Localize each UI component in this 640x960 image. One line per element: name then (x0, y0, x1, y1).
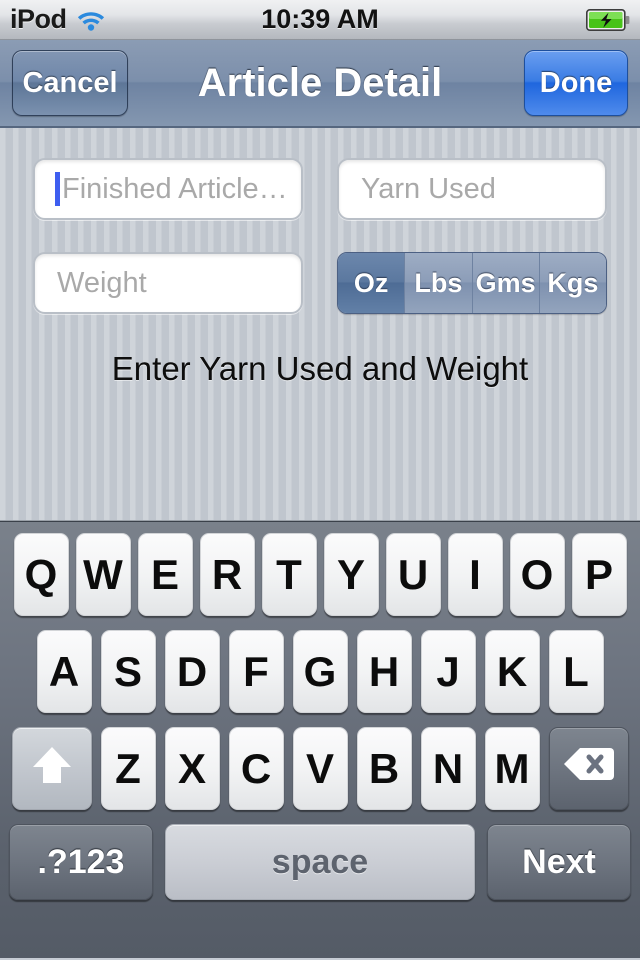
key-c[interactable]: C (228, 727, 284, 810)
key-j[interactable]: J (420, 630, 476, 713)
key-w[interactable]: W (75, 533, 131, 616)
status-bar-left: iPod (10, 6, 106, 33)
backspace-icon (563, 745, 615, 793)
weight-input[interactable]: Weight (33, 252, 303, 314)
segment-lbs[interactable]: Lbs (404, 253, 472, 313)
key-i[interactable]: I (447, 533, 503, 616)
key-r[interactable]: R (199, 533, 255, 616)
keyboard-row-3: Z X C V B N M (0, 727, 640, 810)
key-g[interactable]: G (292, 630, 348, 713)
keyboard-row-1: Q W E R T Y U I O P (0, 533, 640, 616)
key-v[interactable]: V (292, 727, 348, 810)
form-content-area: Finished Article… Yarn Used Weight Oz Lb… (0, 128, 640, 521)
key-f[interactable]: F (228, 630, 284, 713)
yarn-used-input[interactable]: Yarn Used (337, 158, 607, 220)
instruction-text: Enter Yarn Used and Weight (111, 350, 529, 387)
key-h[interactable]: H (356, 630, 412, 713)
key-e[interactable]: E (137, 533, 193, 616)
segment-gms[interactable]: Gms (471, 253, 539, 313)
app-screen: iPod 10:39 AM Cancel Article Detail Done… (0, 0, 640, 960)
cancel-button[interactable]: Cancel (12, 50, 128, 116)
shift-arrow-icon (30, 743, 74, 794)
key-o[interactable]: O (509, 533, 565, 616)
battery-charging-icon (586, 8, 630, 31)
segment-kgs[interactable]: Kgs (538, 253, 606, 313)
key-q[interactable]: Q (13, 533, 69, 616)
status-bar: iPod 10:39 AM (0, 0, 640, 40)
key-a[interactable]: A (36, 630, 92, 713)
shift-key[interactable] (11, 727, 92, 810)
numbers-key[interactable]: .?123 (9, 824, 153, 900)
key-u[interactable]: U (385, 533, 441, 616)
cancel-button-label: Cancel (22, 66, 118, 99)
key-d[interactable]: D (164, 630, 220, 713)
keyboard-row-4: .?123 space Next (0, 824, 640, 900)
backspace-key[interactable] (548, 727, 629, 810)
yarn-used-placeholder: Yarn Used (361, 172, 496, 205)
weight-placeholder: Weight (57, 266, 147, 299)
text-caret (55, 172, 60, 206)
clock-label: 10:39 AM (261, 4, 379, 34)
done-button[interactable]: Done (524, 50, 628, 116)
finished-article-input[interactable]: Finished Article… (33, 158, 303, 220)
key-l[interactable]: L (548, 630, 604, 713)
key-n[interactable]: N (420, 727, 476, 810)
key-t[interactable]: T (261, 533, 317, 616)
key-b[interactable]: B (356, 727, 412, 810)
space-key[interactable]: space (165, 824, 475, 900)
key-p[interactable]: P (571, 533, 627, 616)
status-bar-right (586, 8, 630, 31)
key-y[interactable]: Y (323, 533, 379, 616)
segment-oz[interactable]: Oz (338, 253, 405, 313)
done-button-label: Done (539, 66, 613, 99)
next-key[interactable]: Next (487, 824, 631, 900)
navigation-bar: Cancel Article Detail Done (0, 40, 640, 128)
units-segmented-control[interactable]: Oz Lbs Gms Kgs (337, 252, 607, 314)
key-m[interactable]: M (484, 727, 540, 810)
finished-article-placeholder: Finished Article… (62, 172, 288, 205)
key-z[interactable]: Z (100, 727, 156, 810)
key-k[interactable]: K (484, 630, 540, 713)
wifi-icon (76, 8, 106, 32)
onscreen-keyboard: Q W E R T Y U I O P A S D F G H J K L Z … (0, 521, 640, 958)
carrier-label: iPod (10, 4, 67, 34)
key-s[interactable]: S (100, 630, 156, 713)
key-x[interactable]: X (164, 727, 220, 810)
keyboard-row-2: A S D F G H J K L (0, 630, 640, 713)
